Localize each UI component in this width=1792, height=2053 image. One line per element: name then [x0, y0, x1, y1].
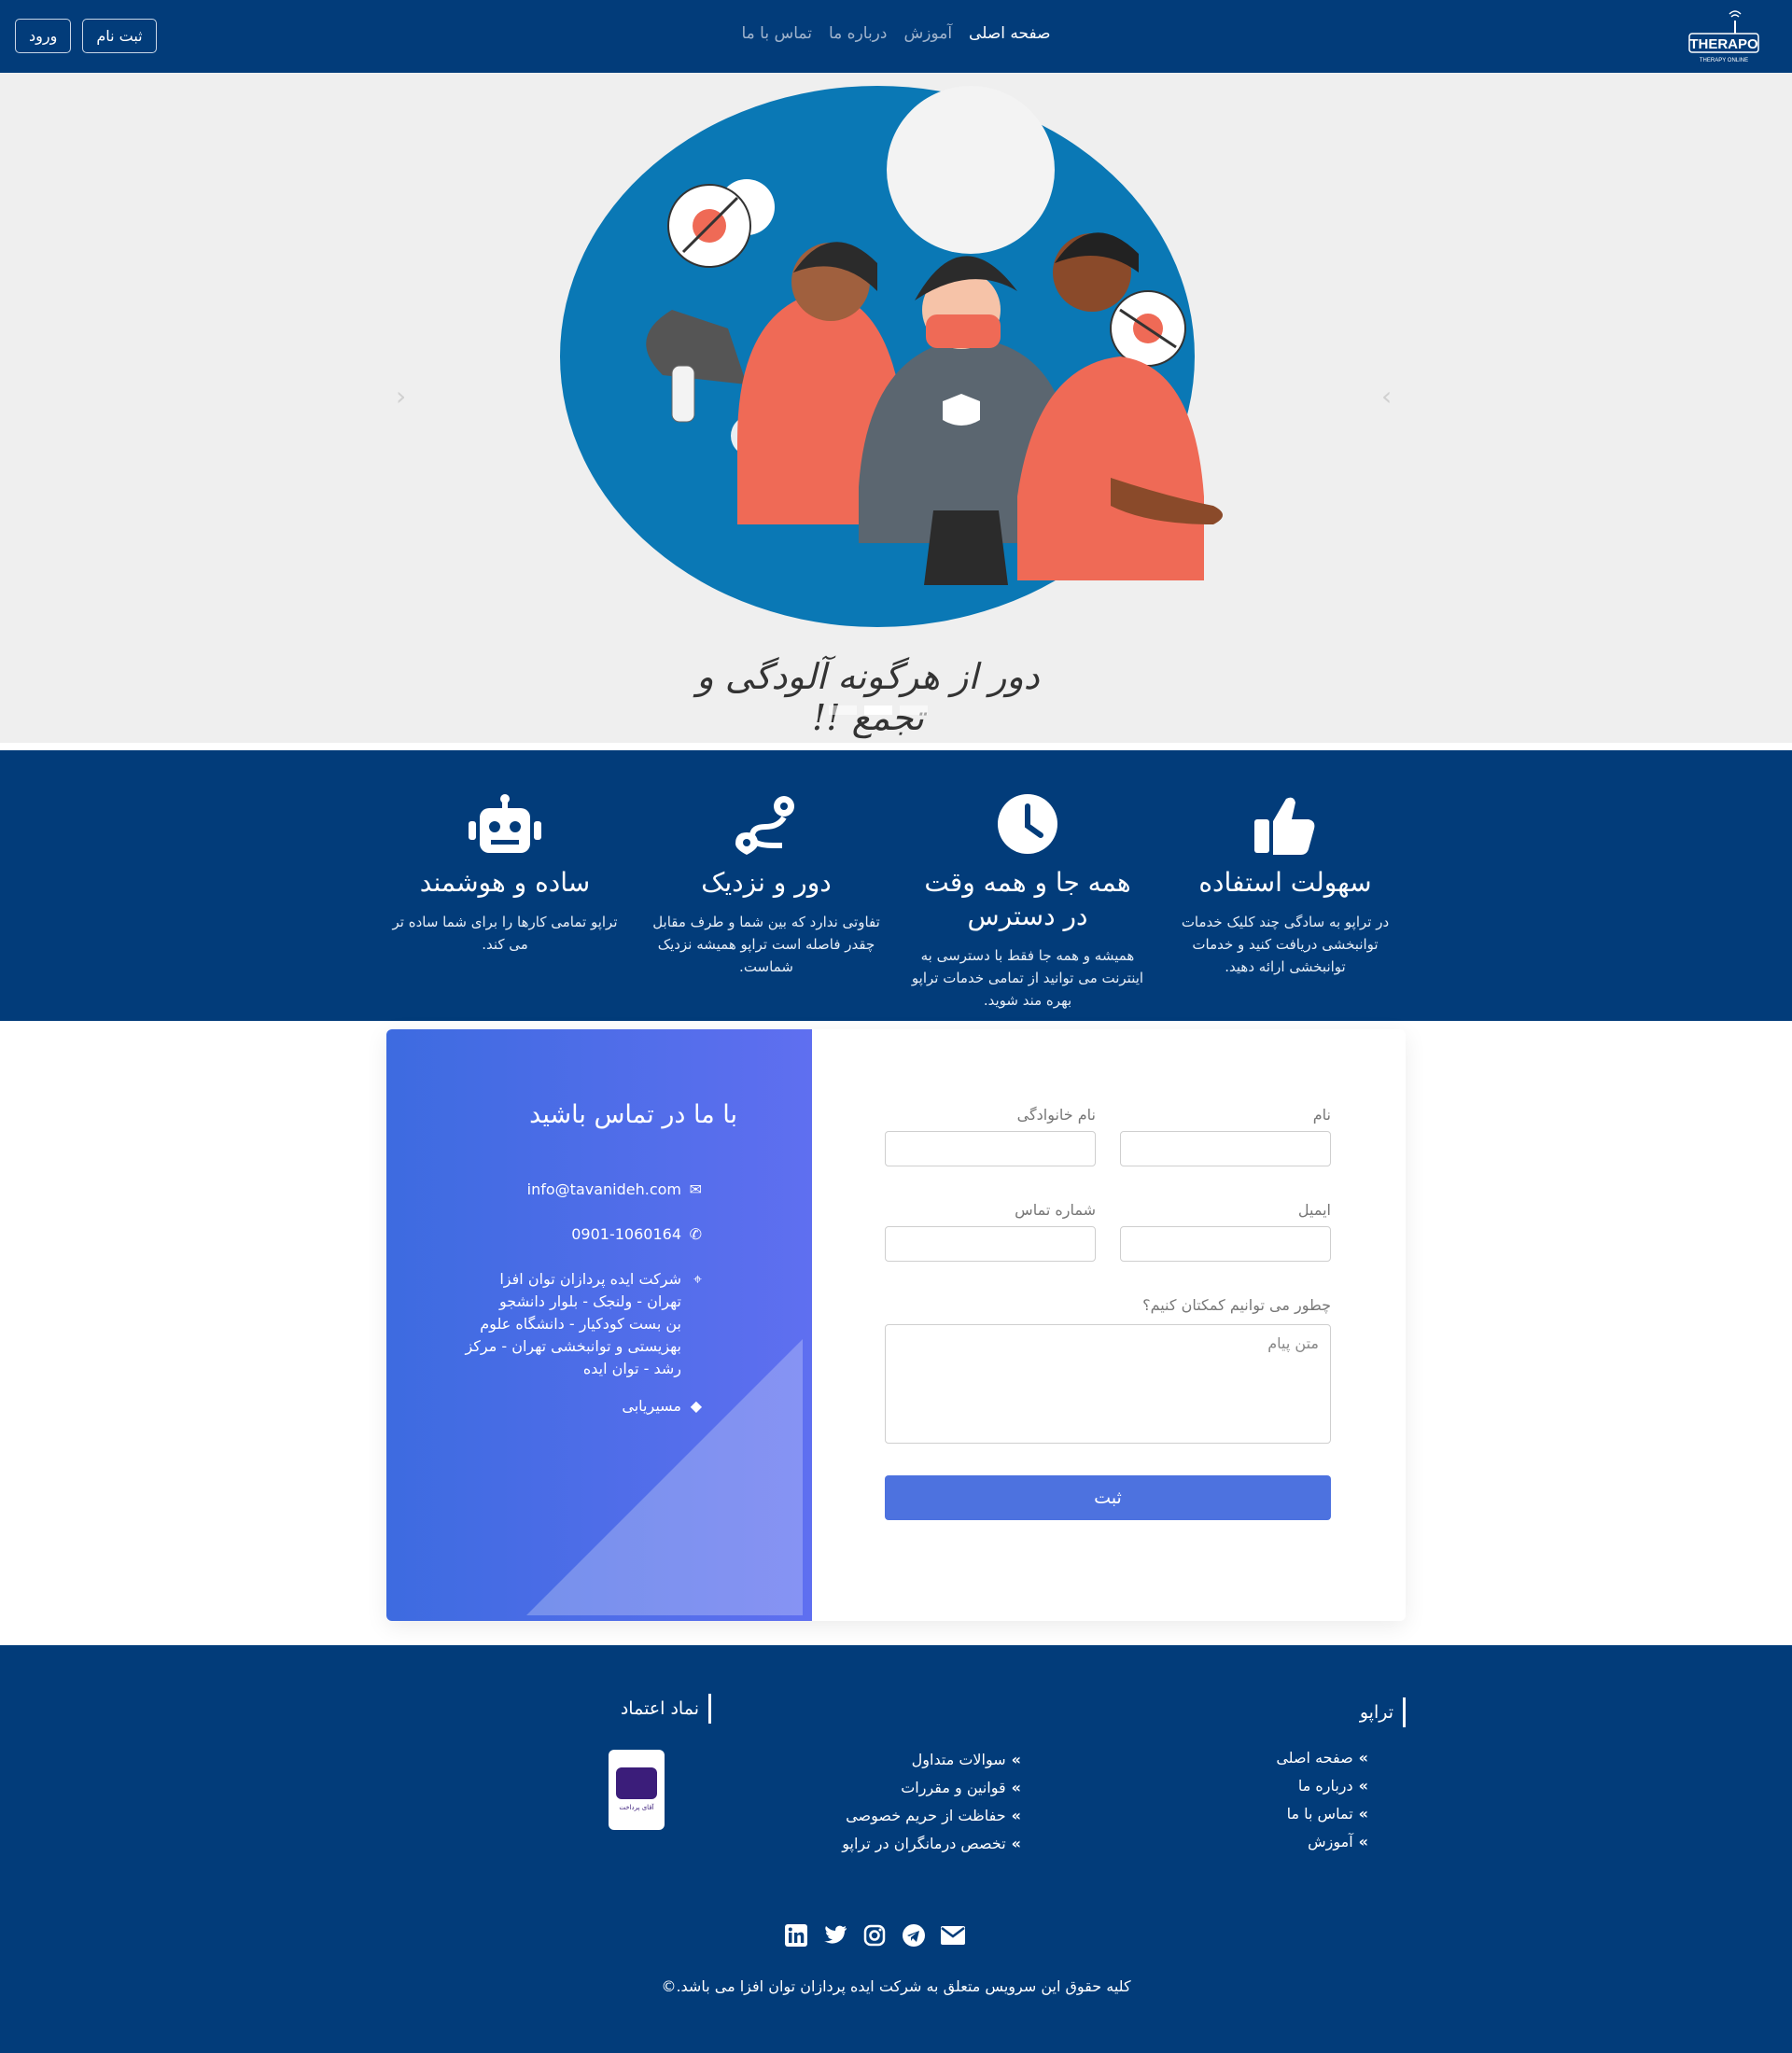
- address-line: بن بست کودکیار - دانشگاه علوم: [480, 1315, 681, 1333]
- linkedin-icon[interactable]: [784, 1923, 808, 1948]
- email-group: ایمیل: [1120, 1201, 1331, 1262]
- footer-link[interactable]: حفاظت از حریم خصوصی: [842, 1802, 1021, 1830]
- email-input[interactable]: [1120, 1226, 1331, 1262]
- carousel-indicators: [829, 705, 928, 715]
- feature-title: سهولت استفاده: [1198, 867, 1372, 898]
- carousel-indicator-1[interactable]: [900, 705, 928, 715]
- trust-badge-text: آقای پرداخت: [619, 1804, 654, 1811]
- feature-title: ساده و هوشمند: [419, 867, 591, 898]
- thumbs-up-icon: [1169, 791, 1402, 857]
- envelope-icon: ✉: [689, 1180, 702, 1198]
- directions-label: مسیریابی: [622, 1397, 681, 1415]
- footer-link[interactable]: آموزش: [1276, 1828, 1368, 1856]
- phone-group: شماره تماس: [885, 1201, 1096, 1262]
- footer-links-info: سوالات متداول قوانین و مقررات حفاظت از ح…: [842, 1746, 1021, 1858]
- decorative-triangle: [526, 1339, 803, 1615]
- trust-badge[interactable]: آقای پرداخت: [609, 1750, 665, 1830]
- feature-ease: سهولت استفاده در تراپو به سادگی چند کلیک…: [1169, 791, 1402, 978]
- contact-email-row: ✉ info@tavanideh.com: [527, 1179, 702, 1201]
- footer-link[interactable]: تخصص درمانگران در تراپو: [842, 1830, 1021, 1858]
- email-label: ایمیل: [1297, 1201, 1331, 1219]
- contact-title: با ما در تماس باشید: [529, 1100, 737, 1129]
- feature-distance: دور و نزدیک تفاوتی ندارد که بین شما و طر…: [650, 791, 883, 978]
- logo-subtext: THERAPY ONLINE: [1700, 58, 1748, 63]
- footer-link[interactable]: قوانین و مقررات: [842, 1774, 1021, 1802]
- contact-info-panel: با ما در تماس باشید ✉ info@tavanideh.com…: [386, 1029, 812, 1621]
- main-nav: صفحه اصلی آموزش درباره ما تماس با ما: [0, 24, 1792, 43]
- last-name-group: نام خانوادگی: [885, 1106, 1096, 1166]
- hero-carousel: ‹ › دور از هرگونه آلودگی و تجمع !!: [0, 73, 1792, 743]
- clock-icon: [911, 791, 1144, 857]
- nav-link-education[interactable]: آموزش: [903, 24, 952, 43]
- carousel-next-icon[interactable]: ›: [1381, 381, 1392, 412]
- trust-badge-logo: [616, 1767, 657, 1799]
- feature-text: تراپو تمامی کارها را برای شما ساده تر می…: [392, 914, 618, 953]
- hero-caption: دور از هرگونه آلودگی و تجمع !!: [696, 656, 1040, 738]
- footer: تراپو صفحه اصلی درباره ما تماس با ما آمو…: [0, 1645, 1792, 2053]
- feature-smart: ساده و هوشمند تراپو تمامی کارها را برای …: [388, 791, 622, 956]
- footer-link[interactable]: درباره ما: [1276, 1772, 1368, 1800]
- first-name-group: نام: [1120, 1106, 1331, 1166]
- navbar: THERAPO THERAPY ONLINE صفحه اصلی آموزش د…: [0, 0, 1792, 73]
- instagram-icon[interactable]: [862, 1923, 887, 1948]
- copyright-text: کلیه حقوق این سرویس متعلق به شرکت ایده پ…: [661, 1977, 1131, 1995]
- address-line: تهران - ولنجک - بلوار دانشجو: [499, 1292, 681, 1310]
- contact-address: شرکت ایده پردازان توان افزا تهران - ولنج…: [465, 1268, 681, 1380]
- first-name-label: نام: [1312, 1106, 1331, 1124]
- directions-icon: ◆: [690, 1397, 702, 1415]
- last-name-label: نام خانوادگی: [1016, 1106, 1096, 1124]
- message-label: چطور می توانیم کمکتان کنیم؟: [1142, 1296, 1331, 1314]
- robot-icon: [388, 791, 622, 857]
- feature-text: همیشه و همه جا فقط با دسترسی به اینترنت …: [911, 947, 1144, 1009]
- map-marker-icon: ⌖: [693, 1270, 702, 1288]
- footer-col1-title: تراپو: [1360, 1697, 1406, 1727]
- footer-link[interactable]: تماس با ما: [1276, 1800, 1368, 1828]
- contact-section: با ما در تماس باشید ✉ info@tavanideh.com…: [386, 1029, 1406, 1621]
- phone-label: شماره تماس: [1015, 1201, 1096, 1219]
- contact-address-row: ⌖ شرکت ایده پردازان توان افزا تهران - ول…: [465, 1268, 702, 1380]
- contact-phone[interactable]: 0901-1060164: [571, 1223, 681, 1246]
- footer-link[interactable]: سوالات متداول: [842, 1746, 1021, 1774]
- carousel-indicator-2[interactable]: [864, 705, 892, 715]
- submit-button[interactable]: ثبت: [885, 1475, 1331, 1520]
- register-button[interactable]: ثبت نام: [82, 19, 157, 53]
- first-name-input[interactable]: [1120, 1131, 1331, 1166]
- phone-icon: ✆: [689, 1225, 702, 1243]
- phone-input[interactable]: [885, 1226, 1096, 1262]
- twitter-icon[interactable]: [823, 1923, 847, 1948]
- feature-title: دور و نزدیک: [701, 867, 832, 898]
- feature-text: در تراپو به سادگی چند کلیک خدمات توانبخش…: [1181, 914, 1390, 975]
- envelope-icon[interactable]: [941, 1923, 965, 1948]
- feature-text: تفاوتی ندارد که بین شما و طرف مقابل چقدر…: [652, 914, 880, 975]
- feature-availability: همه جا و همه وقت در دسترس همیشه و همه جا…: [911, 791, 1144, 1012]
- footer-links-main: صفحه اصلی درباره ما تماس با ما آموزش: [1276, 1744, 1368, 1856]
- nav-link-about[interactable]: درباره ما: [829, 24, 888, 43]
- login-button[interactable]: ورود: [15, 19, 72, 53]
- address-line: رشد - توان ایده: [582, 1360, 681, 1377]
- feature-title: همه جا و همه وقت در دسترس: [924, 867, 1131, 931]
- footer-link[interactable]: صفحه اصلی: [1276, 1744, 1368, 1772]
- nav-link-home[interactable]: صفحه اصلی: [969, 24, 1050, 43]
- carousel-indicator-3[interactable]: [829, 705, 857, 715]
- features-section: سهولت استفاده در تراپو به سادگی چند کلیک…: [0, 750, 1792, 1021]
- route-icon: [650, 791, 883, 857]
- address-line: شرکت ایده پردازان توان افزا: [499, 1270, 681, 1288]
- directions-link[interactable]: ◆ مسیریابی: [622, 1395, 702, 1418]
- contact-phone-row: ✆ 0901-1060164: [571, 1223, 702, 1246]
- address-line: بهزیستی و توانبخشی تهران - مرکز: [465, 1337, 681, 1355]
- hero-illustration: [560, 86, 1223, 627]
- auth-buttons: ورود ثبت نام: [15, 19, 157, 53]
- carousel-prev-icon[interactable]: ‹: [396, 381, 406, 412]
- contact-email[interactable]: info@tavanideh.com: [527, 1179, 681, 1201]
- social-links: [784, 1923, 965, 1948]
- telegram-icon[interactable]: [902, 1923, 926, 1948]
- last-name-input[interactable]: [885, 1131, 1096, 1166]
- message-textarea[interactable]: متن پیام: [885, 1324, 1331, 1444]
- footer-trust-title: نماد اعتماد: [621, 1694, 711, 1724]
- nav-link-contact[interactable]: تماس با ما: [741, 24, 812, 43]
